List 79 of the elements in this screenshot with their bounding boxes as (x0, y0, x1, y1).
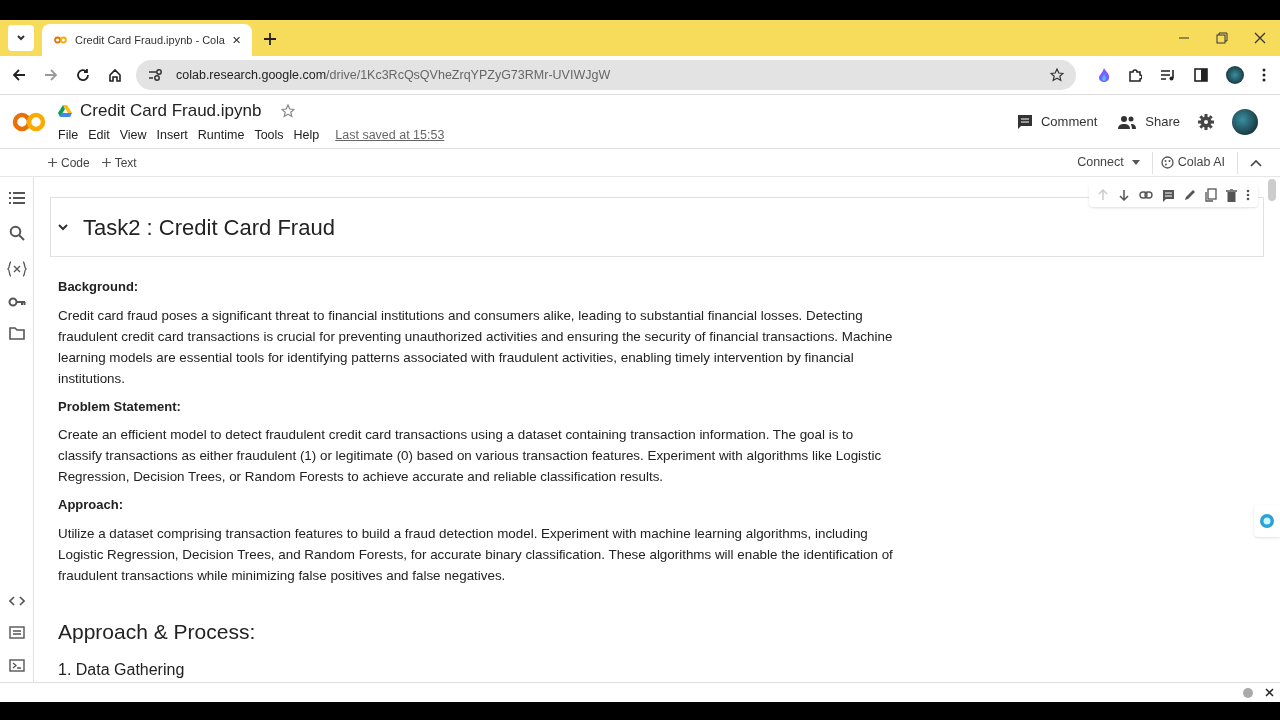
link-icon[interactable] (1139, 191, 1153, 199)
connect-button[interactable]: Connect (1077, 151, 1153, 174)
menu-item[interactable]: Insert (156, 125, 188, 145)
profile-avatar[interactable] (1226, 66, 1244, 84)
flame-icon[interactable] (1098, 68, 1110, 82)
restore-icon[interactable] (1216, 32, 1228, 44)
command-palette-icon[interactable] (8, 626, 25, 639)
add-code-button[interactable]: Code (48, 153, 90, 172)
section-heading: Task2 : Credit Card Fraud (83, 213, 335, 242)
collapse-chevron-icon[interactable] (57, 221, 69, 233)
forward-icon[interactable] (44, 68, 58, 82)
variables-icon[interactable] (6, 261, 27, 277)
plus-icon (101, 158, 111, 167)
media-icon[interactable] (1160, 68, 1176, 82)
table-of-contents-icon[interactable] (8, 191, 25, 205)
more-icon[interactable] (1262, 68, 1266, 82)
colab-ai-button[interactable]: Colab AI (1160, 151, 1238, 174)
people-icon (1117, 114, 1138, 129)
home-icon[interactable] (108, 68, 122, 82)
back-icon[interactable] (12, 68, 26, 82)
add-text-button[interactable]: Text (101, 153, 137, 172)
menu-item[interactable]: Edit (88, 125, 110, 145)
plus-icon (48, 158, 57, 167)
folder-icon[interactable] (8, 327, 25, 340)
paragraph: Create an efficient model to detect fraudulent credit card transactions using a dataset containing transaction information. The goal is to classify transactions as either fraudulent (1) or legitimate (0) based on various transaction features. Experiment with algorithms like Logistic Regression, Decision Trees, or Random Forests to achieve accurate and reliable classification results. (58, 426, 883, 486)
last-saved-link[interactable]: Last saved at 15:53 (335, 125, 445, 145)
menu-item[interactable]: View (119, 125, 147, 145)
tab-list-button[interactable] (8, 25, 34, 51)
palette-icon (1160, 156, 1174, 169)
section-heading: Approach & Process: (58, 618, 257, 645)
code-icon[interactable] (8, 596, 25, 606)
star-icon[interactable] (1050, 68, 1064, 82)
settings-icon[interactable] (1198, 113, 1214, 130)
colab-logo-icon (54, 35, 67, 45)
scrollbar-thumb[interactable] (1268, 179, 1276, 201)
edit-icon[interactable] (1184, 189, 1196, 201)
comment-icon[interactable] (1162, 188, 1175, 202)
close-icon[interactable] (1265, 688, 1274, 697)
site-settings-icon[interactable] (148, 68, 164, 82)
menu-item[interactable]: Tools (254, 125, 284, 145)
paragraph: Credit card fraud poses a significant threat to financial institutions and consumers alike, leading to substantial financial losses. Detecting fraudulent credit card transactions is crucial for preventing unauthorized activities and ensuring the security of financial transactions. Machine learning models are essential tools for identifying patterns associated with fraudulent activities, enabling timely intervention by financial institutions. (58, 306, 894, 388)
close-icon[interactable] (1254, 32, 1266, 44)
close-icon[interactable] (232, 35, 240, 45)
puzzle-icon[interactable] (1128, 68, 1142, 82)
address-bar[interactable]: colab.research.google.com/drive/1Kc3RcQsQVheZrqYPZyG73RMr-UVIWJgW (136, 60, 1076, 90)
section-label: Approach: (58, 496, 124, 514)
comment-button[interactable]: Comment (1016, 111, 1098, 132)
collapse-icon[interactable] (1250, 158, 1262, 167)
notebook-title[interactable]: Credit Card Fraud.ipynb (80, 98, 262, 124)
move-down-icon[interactable] (1118, 189, 1130, 201)
star-icon[interactable] (281, 104, 296, 119)
section-label: Problem Statement: (58, 397, 182, 416)
dropdown-icon (1131, 160, 1140, 165)
terminal-icon[interactable] (8, 659, 25, 672)
tab-title: Credit Card Fraud.ipynb - Cola (75, 32, 225, 48)
new-tab-icon[interactable] (264, 33, 276, 45)
colab-logo-icon[interactable] (12, 111, 46, 132)
delete-icon[interactable] (1226, 188, 1237, 202)
list-heading: 1. Data Gathering (58, 661, 186, 679)
browser-tab[interactable]: Credit Card Fraud.ipynb - Cola (42, 24, 252, 56)
orb-icon (1259, 513, 1275, 529)
paragraph: Utilize a dataset comprising transaction features to build a fraud detection model. Experiment with machine learning algorithms, including Logistic Regression, Decision Trees, and Random Forests, for accurate binary classification. These algorithms will enable the identification of fraudulent transactions while minimizing false positives and false negatives. (58, 524, 894, 585)
comment-icon (1016, 113, 1033, 130)
url-text: colab.research.google.com/drive/1Kc3RcQsQVheZrqYPZyG73RMr-UVIWJgW (176, 66, 612, 84)
section-label: Background: (58, 278, 140, 296)
search-icon[interactable] (8, 225, 25, 241)
key-icon[interactable] (7, 297, 26, 307)
menu-item[interactable]: File (58, 125, 79, 145)
menu-item[interactable]: Runtime (197, 125, 245, 145)
side-panel-icon[interactable] (1194, 68, 1208, 82)
floating-assistant-button[interactable] (1254, 505, 1280, 537)
menu-item[interactable]: Help (293, 125, 320, 145)
profile-avatar[interactable] (1232, 108, 1258, 135)
mirror-cell-icon[interactable] (1205, 188, 1217, 202)
text-cell[interactable]: Task2 : Credit Card Fraud (50, 197, 1264, 257)
more-icon[interactable] (1246, 189, 1250, 201)
share-button[interactable]: Share (1117, 111, 1180, 132)
drive-icon (58, 105, 72, 118)
reload-icon[interactable] (76, 68, 90, 82)
